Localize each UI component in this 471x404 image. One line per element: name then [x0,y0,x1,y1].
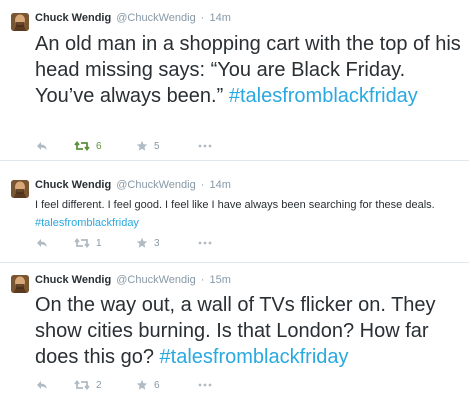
avatar[interactable] [11,275,29,293]
more-icon [198,241,212,245]
favorite-icon [136,379,148,390]
retweet-icon [74,238,90,248]
tweet-body: I feel different. I feel good. I feel li… [35,199,435,211]
retweet-button[interactable]: 2 [74,377,136,393]
tweet-text: On the way out, a wall of TVs flicker on… [35,292,461,370]
reply-icon [37,239,47,247]
reply-button[interactable] [36,235,74,251]
hashtag-link[interactable]: #talesfromblackfriday [35,217,139,229]
retweet-button[interactable]: 6 [74,138,136,154]
author-handle[interactable]: @ChuckWendig [116,12,195,24]
author-name[interactable]: Chuck Wendig [35,179,111,191]
reply-button[interactable] [36,377,74,393]
more-icon [198,383,212,387]
reply-icon [37,142,47,150]
timestamp[interactable]: 14m [210,12,231,24]
tweet[interactable]: Chuck Wendig @ChuckWendig · 15m On the w… [0,263,469,404]
tweet-header: Chuck Wendig @ChuckWendig · 14m [35,179,231,192]
separator: · [200,179,205,191]
reply-button[interactable] [36,138,74,154]
retweet-count: 1 [96,237,102,249]
retweet-button[interactable]: 1 [74,235,136,251]
avatar[interactable] [11,13,29,31]
reply-icon [37,381,47,389]
tweet-actions: 6 5 [36,138,212,154]
favorite-icon [136,237,148,248]
favorite-button[interactable]: 6 [136,377,198,393]
more-button[interactable] [198,235,212,251]
more-icon [198,144,212,148]
timestamp[interactable]: 14m [210,179,231,191]
hashtag-link[interactable]: #talesfromblackfriday [160,346,349,368]
tweet-text: I feel different. I feel good. I feel li… [35,196,461,232]
tweet-text: An old man in a shopping cart with the t… [35,31,461,109]
more-button[interactable] [198,138,212,154]
author-handle[interactable]: @ChuckWendig [116,274,195,286]
tweet-actions: 2 6 [36,377,212,393]
retweet-icon [74,141,90,151]
favorite-count: 5 [154,140,160,152]
timestamp[interactable]: 15m [210,274,231,286]
favorite-count: 6 [154,379,160,391]
favorite-count: 3 [154,237,160,249]
retweet-count: 2 [96,379,102,391]
hashtag-link[interactable]: #talesfromblackfriday [229,85,418,107]
author-name[interactable]: Chuck Wendig [35,12,111,24]
retweet-icon [74,380,90,390]
retweet-count: 6 [96,140,102,152]
tweet-actions: 1 3 [36,235,212,251]
favorite-button[interactable]: 3 [136,235,198,251]
separator: · [200,274,205,286]
tweet-header: Chuck Wendig @ChuckWendig · 15m [35,274,231,287]
favorite-button[interactable]: 5 [136,138,198,154]
author-handle[interactable]: @ChuckWendig [116,179,195,191]
favorite-icon [136,140,148,151]
tweet[interactable]: Chuck Wendig @ChuckWendig · 14m An old m… [0,0,469,161]
tweet[interactable]: Chuck Wendig @ChuckWendig · 14m I feel d… [0,161,469,263]
avatar[interactable] [11,180,29,198]
author-name[interactable]: Chuck Wendig [35,274,111,286]
separator: · [200,12,205,24]
tweet-header: Chuck Wendig @ChuckWendig · 14m [35,12,231,25]
more-button[interactable] [198,377,212,393]
